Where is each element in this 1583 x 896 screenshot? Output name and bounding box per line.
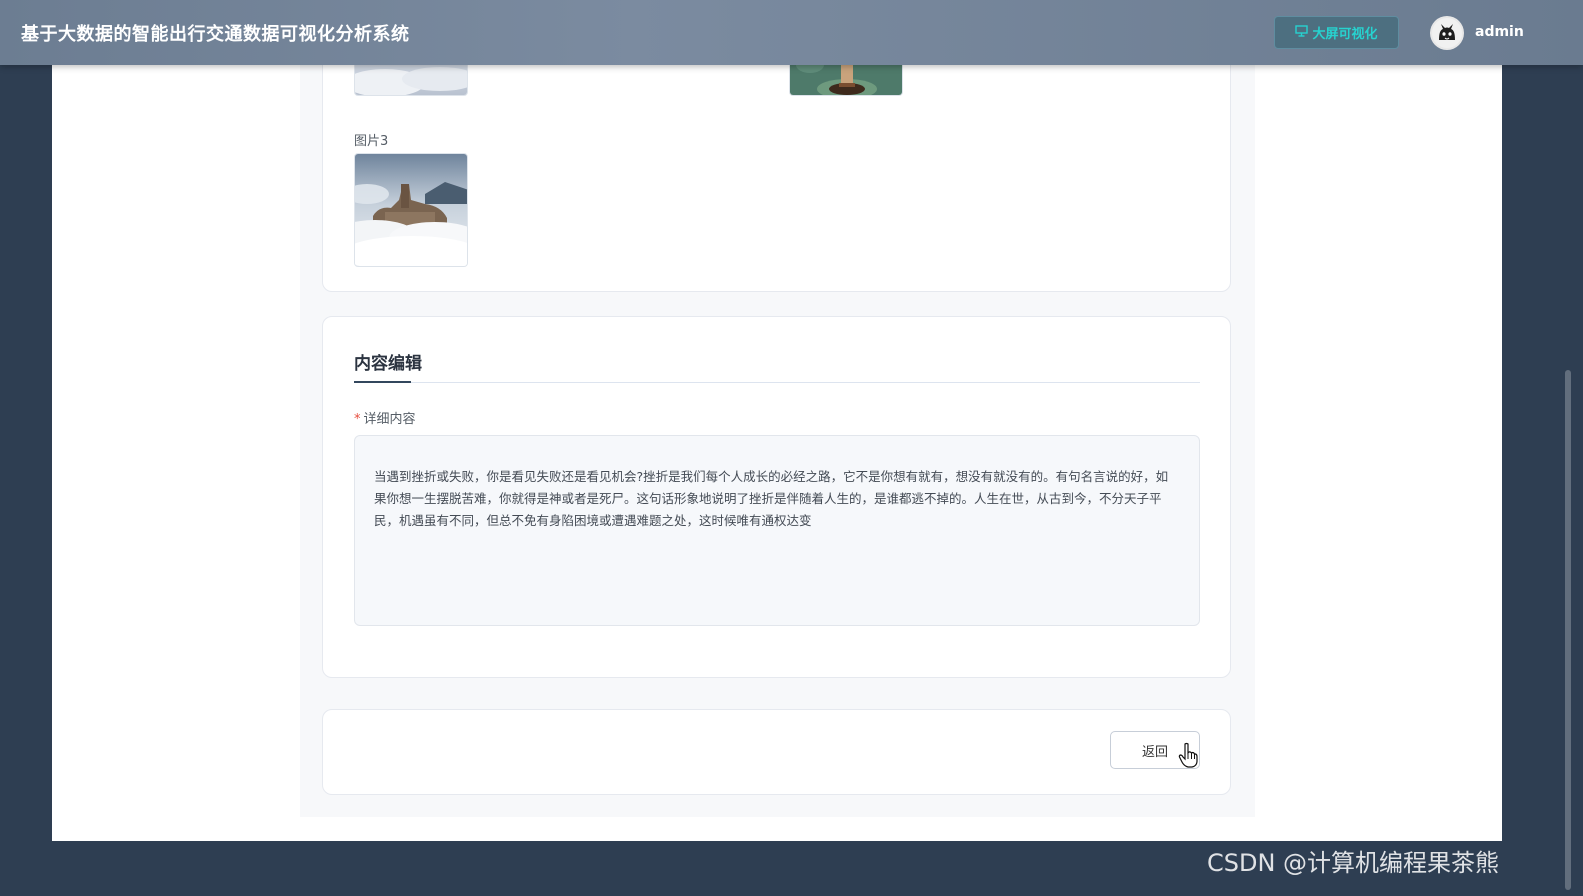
content-edit-card: 内容编辑 * 详细内容 当遇到挫折或失败，你是看见失败还是看见机会?挫折是我们每个… (322, 316, 1231, 678)
page-scrollbar[interactable] (1565, 370, 1571, 890)
bigscreen-label: 大屏可视化 (1312, 27, 1378, 42)
detail-label-text: 详细内容 (363, 412, 416, 427)
bigscreen-button[interactable]: 大屏可视化 (1274, 16, 1399, 49)
images-card: 图片3 (322, 44, 1231, 292)
image3-label: 图片3 (354, 134, 389, 149)
detail-field-label: * 详细内容 (354, 408, 416, 427)
content-column: 图片3 内容编辑 * 详细内容 当遇到挫折或失败，你是看见失败还是看见机会?挫折… (300, 44, 1255, 817)
section-title: 内容编辑 (354, 354, 422, 374)
top-header: 基于大数据的智能出行交通数据可视化分析系统 大屏可视化 admin (0, 0, 1583, 65)
main-page: 图片3 内容编辑 * 详细内容 当遇到挫折或失败，你是看见失败还是看见机会?挫折… (52, 44, 1502, 841)
username[interactable]: admin (1475, 24, 1524, 40)
section-divider (354, 382, 1200, 383)
section-title-underline (354, 381, 411, 383)
actions-card: 返回 (322, 709, 1231, 795)
monitor-icon (1295, 25, 1309, 40)
app-title: 基于大数据的智能出行交通数据可视化分析系统 (21, 24, 410, 45)
required-mark: * (354, 412, 361, 427)
cat-avatar-icon (1432, 18, 1462, 48)
watermark-text: CSDN @计算机编程果茶熊 (1207, 849, 1500, 877)
image3-thumbnail[interactable] (354, 153, 468, 267)
hand-cursor-icon (1178, 742, 1198, 774)
avatar[interactable] (1430, 16, 1464, 50)
detail-content-textarea[interactable]: 当遇到挫折或失败，你是看见失败还是看见机会?挫折是我们每个人成长的必经之路，它不… (354, 435, 1200, 626)
